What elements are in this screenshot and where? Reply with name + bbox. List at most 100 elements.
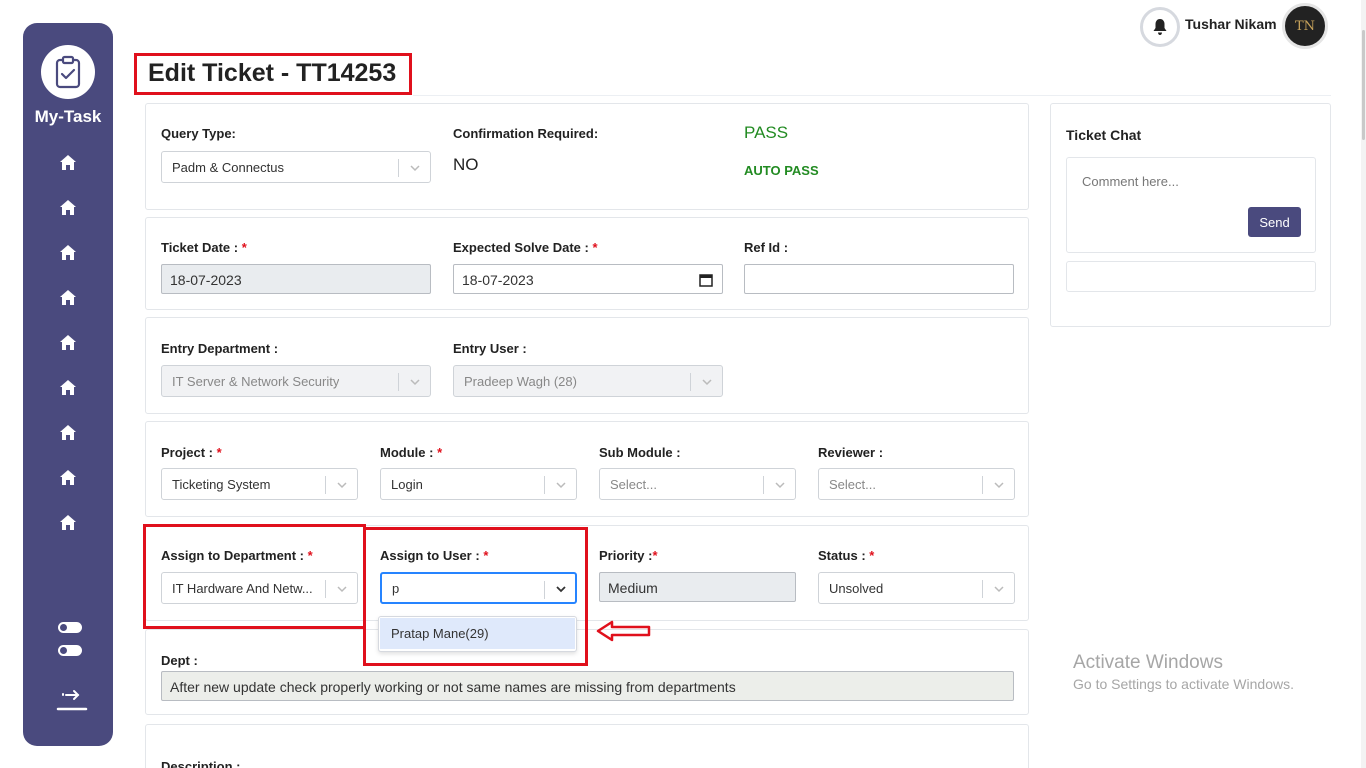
sidebar: My-Task [23,23,113,746]
entry-user-select: Pradeep Wagh (28) [453,365,723,397]
dept-label: Dept : [161,653,198,668]
priority-label: Priority :* [599,548,658,563]
module-label-text: Module : [380,445,434,460]
chat-messages-box [1066,261,1316,292]
status-value: Unsolved [829,581,884,596]
home-icon[interactable] [59,288,77,306]
calendar-icon[interactable] [699,273,713,287]
ticket-date-value: 18-07-2023 [170,272,242,288]
ref-id-field[interactable] [744,264,1014,294]
home-icon[interactable] [59,153,77,171]
send-button[interactable]: Send [1248,207,1301,237]
logout-icon[interactable] [56,685,88,713]
comment-placeholder: Comment here... [1082,174,1179,189]
project-label: Project : * [161,445,222,460]
avatar[interactable]: TN [1282,3,1328,49]
chevron-down-icon [410,165,420,172]
comment-input[interactable]: Comment here... Send [1066,157,1316,253]
reviewer-label: Reviewer : [818,445,884,460]
ticket-chat-panel: Ticket Chat Comment here... Send [1050,103,1331,327]
activate-windows-subtitle: Go to Settings to activate Windows. [1073,676,1294,692]
bell-icon[interactable] [1140,7,1180,47]
home-icon[interactable] [59,198,77,216]
home-icon[interactable] [59,513,77,531]
confirmation-label: Confirmation Required: [453,126,599,141]
annotation-box-assign-dept [143,524,366,629]
dept-field: After new update check properly working … [161,671,1014,701]
chevron-down-icon [556,482,566,489]
app-name: My-Task [34,107,102,126]
query-card: Query Type: Padm & Connectus Confirmatio… [145,103,1029,210]
ref-id-label: Ref Id : [744,240,789,255]
priority-label-text: Priority : [599,548,653,563]
query-type-select[interactable]: Padm & Connectus [161,151,431,183]
expected-date-field[interactable]: 18-07-2023 [453,264,723,294]
divider [690,373,691,391]
home-icon[interactable] [59,423,77,441]
divider [544,476,545,494]
divider [325,476,326,494]
arrow-left-icon [596,620,651,642]
sidebar-toggle[interactable] [58,645,82,656]
entry-dept-label: Entry Department : [161,341,279,356]
query-type-label: Query Type: [161,126,236,141]
home-icon[interactable] [59,378,77,396]
submodule-select[interactable]: Select... [599,468,796,500]
clipboard-check-icon [41,45,95,99]
expected-date-value: 18-07-2023 [462,272,534,288]
chevron-down-icon [410,379,420,386]
chevron-down-icon [775,482,785,489]
status-label: Status : * [818,548,875,563]
reviewer-placeholder: Select... [829,477,876,492]
chevron-down-icon [337,482,347,489]
expected-date-label: Expected Solve Date : * [453,240,598,255]
title-highlight-box: Edit Ticket - TT14253 [134,53,412,95]
ticket-date-field: 18-07-2023 [161,264,431,294]
project-label-text: Project : [161,445,214,460]
entry-dept-value: IT Server & Network Security [172,374,340,389]
scrollbar[interactable] [1361,0,1366,768]
entry-user-label: Entry User : [453,341,527,356]
project-value: Ticketing System [172,477,271,492]
dates-card: Ticket Date : * 18-07-2023 Expected Solv… [145,217,1029,310]
page-title: Edit Ticket - TT14253 [148,59,397,87]
home-icon[interactable] [59,243,77,261]
ticket-date-label-text: Ticket Date : [161,240,239,255]
status-select[interactable]: Unsolved [818,572,1015,604]
annotation-box-assign-user [363,527,588,666]
activate-windows-title: Activate Windows [1073,652,1223,673]
divider [982,476,983,494]
entry-dept-select: IT Server & Network Security [161,365,431,397]
chevron-down-icon [702,379,712,386]
chevron-down-icon [994,586,1004,593]
priority-field: Medium [599,572,796,602]
ticket-date-label: Ticket Date : * [161,240,247,255]
project-card: Project : * Ticketing System Module : * … [145,421,1029,517]
reviewer-select[interactable]: Select... [818,468,1015,500]
theme-toggle[interactable] [58,622,82,633]
submodule-label: Sub Module : [599,445,681,460]
module-label: Module : * [380,445,443,460]
chevron-down-icon [994,482,1004,489]
priority-value: Medium [608,580,658,596]
entry-card: Entry Department : IT Server & Network S… [145,317,1029,414]
auto-pass-text: AUTO PASS [744,163,819,178]
description-label: Description : [161,759,241,768]
query-type-value: Padm & Connectus [172,160,285,175]
divider [413,95,1331,96]
pass-status: PASS [744,123,789,142]
user-name[interactable]: Tushar Nikam [1185,16,1277,32]
confirmation-value: NO [453,155,479,174]
submodule-placeholder: Select... [610,477,657,492]
module-select[interactable]: Login [380,468,577,500]
divider [398,373,399,391]
home-icon[interactable] [59,468,77,486]
dept-value: After new update check properly working … [170,679,736,695]
avatar-initials: TN [1294,18,1316,34]
expected-date-label-text: Expected Solve Date : [453,240,589,255]
chat-title: Ticket Chat [1066,127,1142,143]
divider [982,580,983,598]
status-label-text: Status : [818,548,866,563]
home-icon[interactable] [59,333,77,351]
project-select[interactable]: Ticketing System [161,468,358,500]
